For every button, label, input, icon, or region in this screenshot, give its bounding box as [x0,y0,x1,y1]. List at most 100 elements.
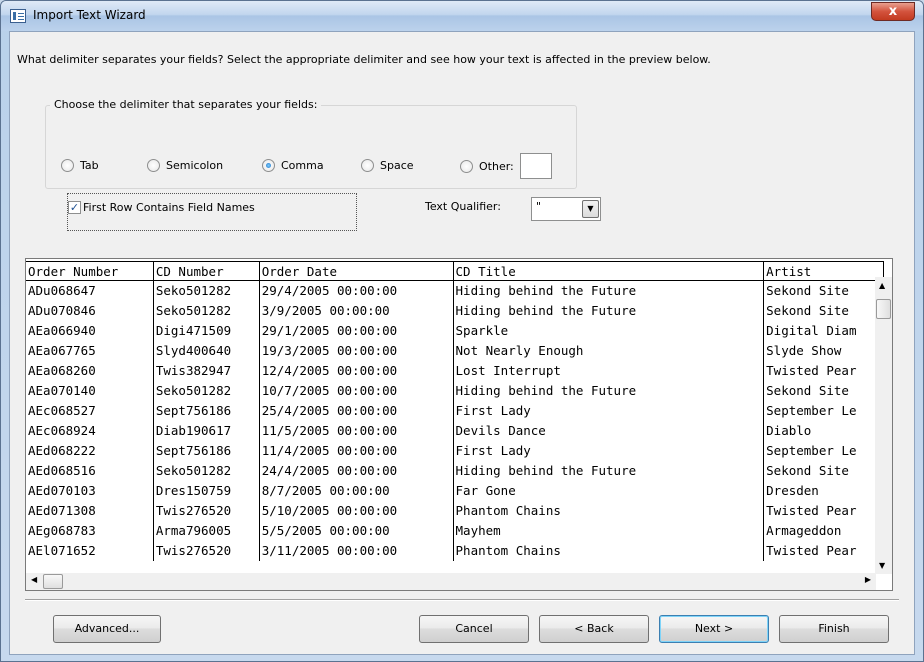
title-bar: Import Text Wizard x [1,1,923,31]
table-cell: Sept756186 [154,401,260,421]
table-cell: Far Gone [454,481,765,501]
column-header[interactable]: Order Date [259,261,454,281]
radio-semicolon-circle[interactable] [147,159,160,172]
table-cell: Sekond Site [764,461,884,481]
radio-semicolon[interactable]: Semicolon [147,159,223,172]
column-header[interactable]: CD Number [153,261,260,281]
table-cell: Hiding behind the Future [454,461,765,481]
back-button[interactable]: < Back [539,615,649,643]
table-cell: Hiding behind the Future [454,381,765,401]
table-cell: Sept756186 [154,441,260,461]
preview-table: Order Number CD Number Order Date CD Title A… [26,261,884,573]
table-cell: Slyde Show [764,341,884,361]
table-cell: 5/5/2005 00:00:00 [260,521,454,541]
radio-space[interactable]: Space [361,159,414,172]
vertical-scroll-thumb[interactable] [876,299,891,319]
radio-space-label: Space [380,159,414,172]
table-cell: Twis276520 [154,501,260,521]
table-cell: Twis276520 [154,541,260,561]
table-cell: Lost Interrupt [454,361,765,381]
radio-comma-circle[interactable] [262,159,275,172]
radio-tab-label: Tab [80,159,99,172]
table-cell: Diab190617 [154,421,260,441]
first-row-field-names-label: First Row Contains Field Names [83,201,255,214]
next-button[interactable]: Next > [659,615,769,643]
scroll-down-arrow-icon[interactable]: ▼ [879,561,885,570]
table-row: AEd068222 Sept756186 11/4/2005 00:00:00 Fir… [26,441,884,461]
table-cell: 8/7/2005 00:00:00 [260,481,454,501]
table-cell: AEa070140 [26,381,154,401]
scroll-right-arrow-icon[interactable]: ▶ [865,575,871,584]
table-cell: Seko501282 [154,301,260,321]
table-cell: Sparkle [454,321,765,341]
table-row: AEa067765 Slyd400640 19/3/2005 00:00:00 Not… [26,341,884,361]
table-cell: Twisted Pear [764,501,884,521]
finish-button[interactable]: Finish [779,615,889,643]
data-preview-grid[interactable]: Order Number CD Number Order Date CD Title A… [25,258,893,591]
window-title: Import Text Wizard [33,8,146,22]
radio-comma[interactable]: Comma [262,159,324,172]
table-cell: Diablo [764,421,884,441]
radio-other-circle[interactable] [460,159,473,173]
table-cell: 29/1/2005 00:00:00 [260,321,454,341]
table-row: AEg068783 Arma796005 5/5/2005 00:00:00 Mayh… [26,521,884,541]
table-cell: 3/11/2005 00:00:00 [260,541,454,561]
table-cell: Devils Dance [454,421,765,441]
table-cell: 3/9/2005 00:00:00 [260,301,454,321]
table-cell: Mayhem [454,521,765,541]
radio-space-circle[interactable] [361,159,374,172]
table-cell: Dres150759 [154,481,260,501]
table-cell: AEd068516 [26,461,154,481]
table-cell: Dresden [764,481,884,501]
instruction-text: What delimiter separates your fields? Se… [17,53,711,66]
delimiter-group-legend: Choose the delimiter that separates your… [50,98,322,111]
table-cell: AEa067765 [26,341,154,361]
table-cell: Seko501282 [154,461,260,481]
horizontal-scroll-thumb[interactable] [43,574,63,589]
table-cell: Hiding behind the Future [454,281,765,301]
close-button[interactable]: x [871,2,915,21]
table-row: AEa070140 Seko501282 10/7/2005 00:00:00 Hid… [26,381,884,401]
radio-tab[interactable]: Tab [61,159,99,172]
table-cell: Digital Diam [764,321,884,341]
scroll-up-arrow-icon[interactable]: ▲ [879,281,885,290]
column-header[interactable]: Order Number [26,261,154,281]
table-cell: 5/10/2005 00:00:00 [260,501,454,521]
table-cell: AEl071652 [26,541,154,561]
chevron-down-icon[interactable]: ▼ [582,200,599,218]
table-row: AEd071308 Twis276520 5/10/2005 00:00:00 Pha… [26,501,884,521]
table-cell: AEd070103 [26,481,154,501]
table-cell: AEc068924 [26,421,154,441]
import-text-wizard-window: Import Text Wizard x What delimiter sepa… [0,0,924,662]
table-row: AEa068260 Twis382947 12/4/2005 00:00:00 Los… [26,361,884,381]
table-cell: ADu068647 [26,281,154,301]
radio-tab-circle[interactable] [61,159,74,172]
table-row: AEl071652 Twis276520 3/11/2005 00:00:00 Pha… [26,541,884,561]
horizontal-scrollbar[interactable]: ◀ ▶ [26,573,876,590]
table-cell: Phantom Chains [454,501,765,521]
table-cell: Twisted Pear [764,541,884,561]
column-header[interactable]: Artist [764,261,884,281]
cancel-button[interactable]: Cancel [419,615,529,643]
radio-other[interactable]: Other: [460,153,552,179]
radio-comma-label: Comma [281,159,324,172]
table-cell: Digi471509 [154,321,260,341]
table-cell: First Lady [454,441,765,461]
first-row-field-names-checkbox-row[interactable]: ✓ First Row Contains Field Names [67,193,357,231]
radio-other-label: Other: [479,159,514,173]
other-delimiter-input[interactable] [519,153,552,179]
scroll-left-arrow-icon[interactable]: ◀ [31,575,37,584]
table-cell: Arma796005 [154,521,260,541]
table-cell: AEg068783 [26,521,154,541]
table-cell: 10/7/2005 00:00:00 [260,381,454,401]
table-cell: Twisted Pear [764,361,884,381]
advanced-button[interactable]: Advanced... [53,615,161,643]
table-cell: Twis382947 [154,361,260,381]
text-qualifier-select[interactable]: " ▼ [531,197,601,221]
column-header[interactable]: CD Title [453,261,765,281]
table-cell: September Le [764,441,884,461]
table-row: AEc068527 Sept756186 25/4/2005 00:00:00 Fir… [26,401,884,421]
vertical-scrollbar[interactable]: ▲ ▼ [875,277,892,574]
first-row-field-names-checkbox[interactable]: ✓ [68,201,81,214]
table-cell: AEa068260 [26,361,154,381]
